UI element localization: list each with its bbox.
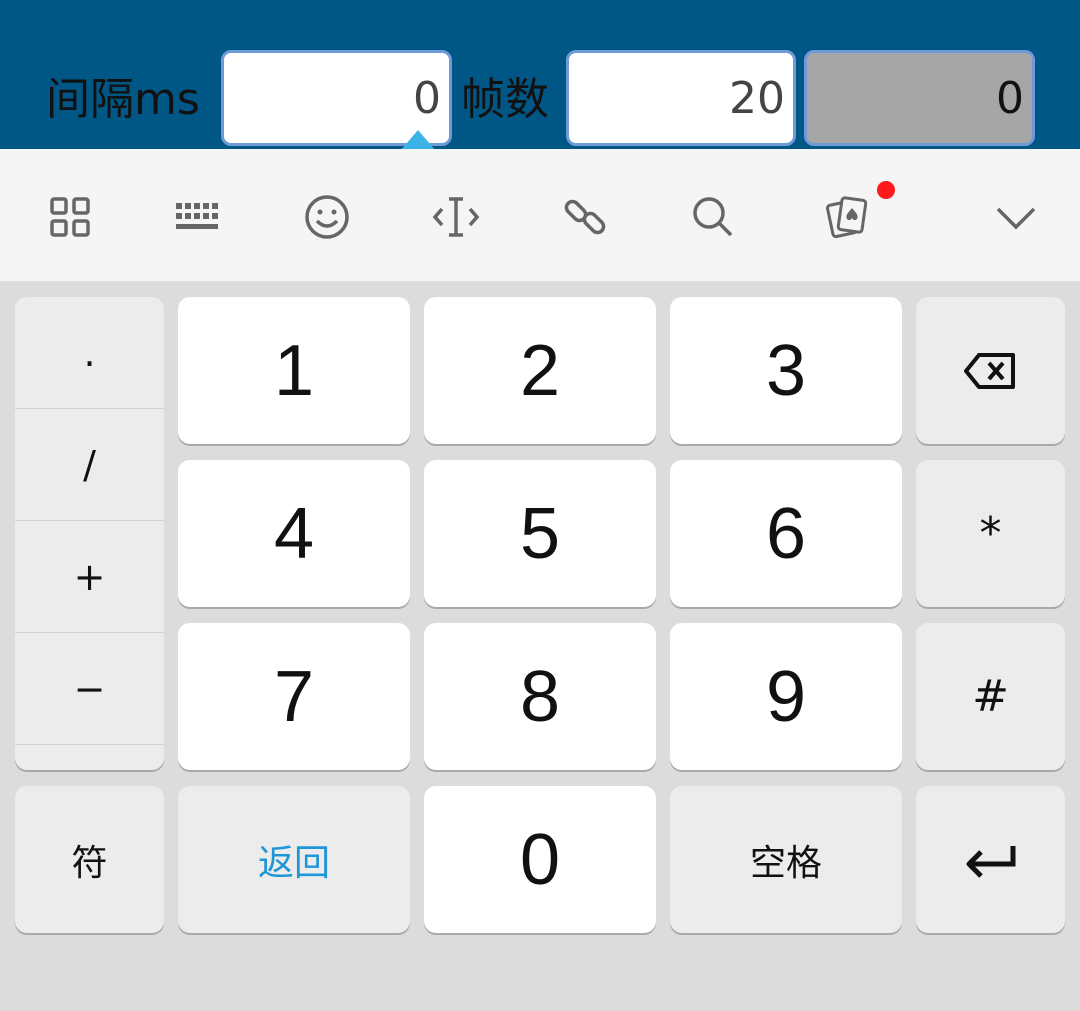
side-symbol-column[interactable]: . / + − (15, 297, 164, 770)
back-key[interactable]: 返回 (178, 786, 410, 933)
symbols-key[interactable]: 符 (15, 786, 164, 933)
key-7[interactable]: 7 (178, 623, 410, 770)
emoji-icon[interactable] (291, 181, 363, 253)
frames-input[interactable]: 20 (566, 50, 796, 146)
enter-icon (966, 845, 1015, 878)
side-key-slash[interactable]: / (15, 409, 164, 521)
space-key[interactable]: 空格 (670, 786, 902, 933)
star-key[interactable]: * (916, 460, 1065, 607)
key-7-label: 7 (273, 656, 315, 737)
key-6[interactable]: 6 (670, 460, 902, 607)
key-3-label: 3 (765, 330, 807, 411)
key-6-label: 6 (765, 493, 807, 574)
side-key-plus[interactable]: + (15, 521, 164, 633)
key-5[interactable]: 5 (424, 460, 656, 607)
notification-dot (877, 181, 895, 199)
keyboard-icon[interactable] (162, 181, 234, 253)
symbols-key-label: 符 (71, 842, 108, 884)
key-4[interactable]: 4 (178, 460, 410, 607)
key-3[interactable]: 3 (670, 297, 902, 444)
hash-key[interactable]: # (916, 623, 1065, 770)
side-key-minus[interactable]: − (15, 633, 164, 745)
key-8[interactable]: 8 (424, 623, 656, 770)
space-key-label: 空格 (749, 842, 822, 884)
cards-icon[interactable] (812, 181, 884, 253)
keyboard-toolbar (0, 149, 1080, 281)
extra-input[interactable]: 0 (804, 50, 1035, 146)
side-key-dot[interactable]: . (15, 297, 164, 409)
key-1[interactable]: 1 (178, 297, 410, 444)
back-key-label: 返回 (257, 842, 330, 884)
key-8-label: 8 (519, 656, 561, 737)
search-icon[interactable] (677, 181, 749, 253)
interval-label: 间隔ms (46, 74, 200, 125)
star-key-label: * (979, 508, 1002, 559)
hash-key-label: # (972, 671, 1009, 722)
key-9-label: 9 (765, 656, 807, 737)
key-5-label: 5 (519, 493, 561, 574)
numeric-keyboard: . / + − 1 2 3 4 5 6 * 7 8 9 # 符 返回 0 空格 (0, 281, 1080, 1011)
enter-key[interactable] (916, 786, 1065, 933)
key-1-label: 1 (273, 330, 315, 411)
key-0[interactable]: 0 (424, 786, 656, 933)
app-bar: 间隔ms 0 帧数 20 0 (0, 0, 1080, 149)
frames-label: 帧数 (461, 74, 549, 125)
key-4-label: 4 (273, 493, 315, 574)
chevron-down-icon[interactable] (980, 181, 1052, 253)
backspace-icon (963, 352, 1015, 389)
key-2[interactable]: 2 (424, 297, 656, 444)
link-icon[interactable] (549, 181, 621, 253)
backspace-key[interactable] (916, 297, 1065, 444)
grid-icon[interactable] (34, 181, 106, 253)
key-2-label: 2 (519, 330, 561, 411)
key-0-label: 0 (519, 819, 561, 900)
cursor-move-icon[interactable] (420, 181, 492, 253)
key-9[interactable]: 9 (670, 623, 902, 770)
